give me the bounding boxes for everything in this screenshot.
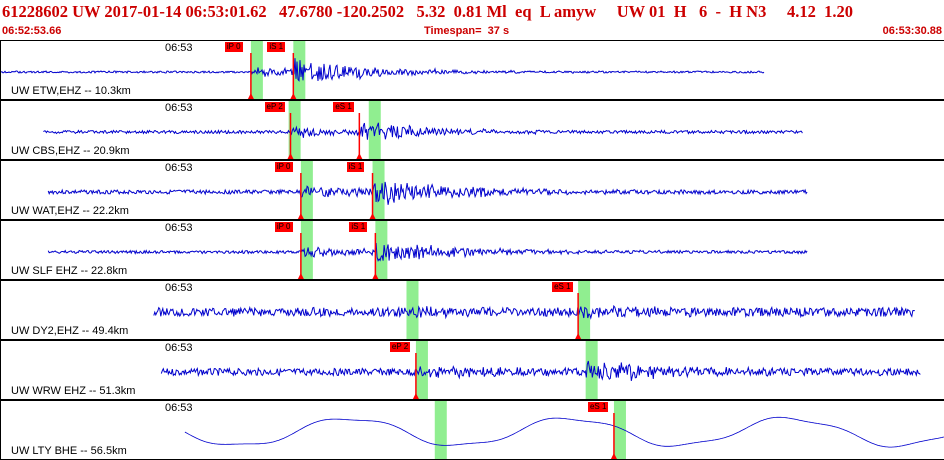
end-time: 06:53:30.88 xyxy=(882,25,942,37)
trace-panel[interactable]: eP 2 06:53 UW WRW EHZ -- 51.3km xyxy=(0,340,944,400)
event-title: 61228602 UW 2017-01-14 06:53:01.62 47.67… xyxy=(2,2,853,21)
start-time: 06:52:53.66 xyxy=(2,25,62,37)
waveform-trace xyxy=(1,58,765,82)
header: 61228602 UW 2017-01-14 06:53:01.62 47.67… xyxy=(0,0,944,40)
trace-panel[interactable]: iP 0 iS 1 06:53 UW ETW,EHZ -- 10.3km xyxy=(0,40,944,100)
time-tick-label: 06:53 xyxy=(165,342,193,354)
time-tick-label: 06:53 xyxy=(165,162,193,174)
pick-label[interactable]: iS 1 xyxy=(267,42,286,52)
pick-window xyxy=(434,401,447,459)
pick-label[interactable]: iS 1 xyxy=(346,162,365,172)
waveform-plot xyxy=(47,221,808,279)
station-label: UW DY2,EHZ -- 49.4km xyxy=(11,325,129,337)
pick-label[interactable]: eS 1 xyxy=(587,402,609,412)
waveform-trace xyxy=(153,304,915,320)
pick-label[interactable]: iP 0 xyxy=(274,222,293,232)
station-label: UW WAT,EHZ -- 22.2km xyxy=(11,205,129,217)
station-label: UW CBS,EHZ -- 20.9km xyxy=(11,145,130,157)
time-tick-label: 06:53 xyxy=(165,282,193,294)
pick-window xyxy=(250,41,263,99)
waveform-plot xyxy=(43,101,803,159)
waveform-trace xyxy=(184,416,944,448)
station-label: UW WRW EHZ -- 51.3km xyxy=(11,385,136,397)
pick-window xyxy=(415,341,428,399)
pick-label[interactable]: iP 0 xyxy=(224,42,243,52)
pick-label[interactable]: eP 2 xyxy=(389,342,411,352)
waveform-plot xyxy=(47,161,808,219)
waveform-trace xyxy=(47,242,808,262)
waveform-trace xyxy=(160,360,921,382)
pick-label[interactable]: eP 2 xyxy=(264,102,285,112)
seismogram-panels: iP 0 iS 1 06:53 UW ETW,EHZ -- 10.3km eP 2 eS … xyxy=(0,40,944,460)
trace-panel[interactable]: eS 1 06:53 UW LTY BHE -- 56.5km xyxy=(0,400,944,460)
waveform-trace xyxy=(47,181,808,205)
time-tick-label: 06:53 xyxy=(165,102,193,114)
pick-label[interactable]: iS 1 xyxy=(349,222,368,232)
waveform-plot xyxy=(153,281,915,339)
pick-label[interactable]: eS 1 xyxy=(333,102,354,112)
time-tick-label: 06:53 xyxy=(165,402,193,414)
waveform-plot xyxy=(184,401,944,459)
pick-marker xyxy=(356,153,363,159)
station-label: UW ETW,EHZ -- 10.3km xyxy=(11,85,131,97)
trace-panel[interactable]: eP 2 eS 1 06:53 UW CBS,EHZ -- 20.9km xyxy=(0,100,944,160)
pick-window xyxy=(406,281,419,339)
waveform-trace xyxy=(43,122,803,140)
trace-panel[interactable]: iP 0 iS 1 06:53 UW WAT,EHZ -- 22.2km xyxy=(0,160,944,220)
pick-label[interactable]: eS 1 xyxy=(552,282,573,292)
timespan-label: Timespan= 37 s xyxy=(424,25,510,37)
trace-panel[interactable]: iP 0 iS 1 06:53 UW SLF EHZ -- 22.8km xyxy=(0,220,944,280)
trace-panel[interactable]: eS 1 06:53 UW DY2,EHZ -- 49.4km xyxy=(0,280,944,340)
station-label: UW LTY BHE -- 56.5km xyxy=(11,445,127,457)
pick-window xyxy=(375,221,388,279)
waveform-plot xyxy=(160,341,921,399)
time-tick-label: 06:53 xyxy=(165,222,193,234)
pick-label[interactable]: iP 0 xyxy=(274,162,293,172)
waveform-plot xyxy=(1,41,765,99)
time-tick-label: 06:53 xyxy=(165,42,193,54)
station-label: UW SLF EHZ -- 22.8km xyxy=(11,265,128,277)
